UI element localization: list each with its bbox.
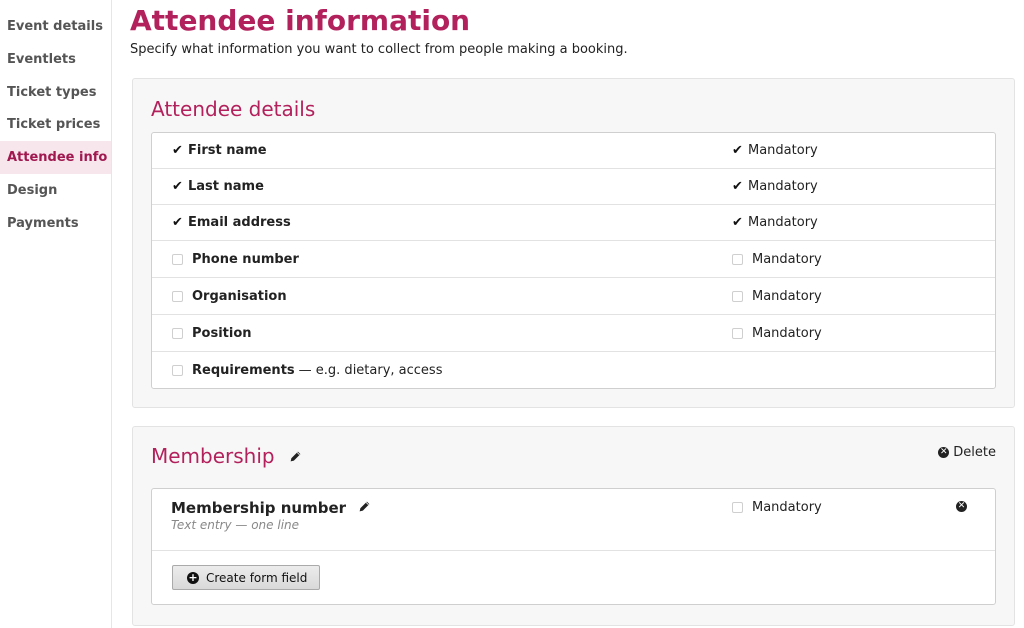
pencil-icon[interactable]: [289, 444, 302, 468]
sidebar-item-attendee-info[interactable]: Attendee info: [0, 141, 111, 174]
mandatory-checkbox[interactable]: [732, 501, 743, 513]
field-cell: ✔ Email address: [172, 205, 291, 240]
field-name: Membership number: [171, 498, 347, 517]
table-row: ✔ Last name ✔ Mandatory: [152, 169, 995, 205]
mandatory-cell: Mandatory: [732, 315, 822, 351]
mandatory-cell: ✔ Mandatory: [732, 133, 818, 168]
table-row: Requirements — e.g. dietary, access: [152, 352, 995, 388]
pencil-icon[interactable]: [358, 498, 371, 517]
mandatory-checkbox[interactable]: [732, 253, 743, 265]
table-row: ✔ First name ✔ Mandatory: [152, 133, 995, 169]
mandatory-label: Mandatory: [752, 325, 822, 341]
table-row: ✔ Email address ✔ Mandatory: [152, 205, 995, 241]
table-row: Phone number Mandatory: [152, 241, 995, 278]
check-icon: ✔: [732, 143, 743, 158]
check-icon: ✔: [172, 143, 183, 158]
field-cell: Phone number: [172, 241, 299, 277]
mandatory-cell: ✔ Mandatory: [732, 169, 818, 204]
table-row: Organisation Mandatory: [152, 278, 995, 315]
page-subtitle: Specify what information you want to col…: [130, 42, 628, 57]
include-checkbox[interactable]: [172, 364, 183, 376]
create-form-field-button[interactable]: + Create form field: [172, 565, 321, 590]
circle-plus-icon: +: [187, 570, 199, 584]
membership-title-wrap: Membership: [151, 444, 302, 468]
remove-field-icon[interactable]: ✕: [956, 501, 967, 512]
field-label: First name: [188, 143, 267, 158]
field-label: Email address: [188, 215, 291, 230]
page-title: Attendee information: [130, 4, 471, 37]
sidebar-item-event-details[interactable]: Event details: [0, 10, 111, 43]
field-hint: — e.g. dietary, access: [298, 362, 443, 378]
field-label: Last name: [188, 179, 264, 194]
mandatory-label: Mandatory: [752, 288, 822, 304]
attendee-details-panel: Attendee details ✔ First name ✔ Mandator…: [132, 78, 1015, 408]
check-icon: ✔: [732, 179, 743, 194]
membership-title: Membership: [151, 444, 275, 468]
delete-section-button[interactable]: ✕ Delete: [938, 445, 996, 460]
include-checkbox[interactable]: [172, 327, 183, 339]
create-form-field-label: Create form field: [206, 570, 308, 585]
sidebar-item-payments[interactable]: Payments: [0, 207, 111, 240]
delete-label: Delete: [953, 445, 996, 460]
field-cell: Position: [172, 315, 252, 351]
mandatory-checkbox[interactable]: [732, 290, 743, 302]
attendee-fields-table: ✔ First name ✔ Mandatory ✔ Last name ✔ M…: [151, 132, 996, 389]
field-label: Position: [192, 325, 252, 341]
table-row: Membership number Text entry — one line …: [152, 489, 995, 551]
field-label: Phone number: [192, 251, 299, 267]
mandatory-cell: Mandatory: [732, 278, 822, 314]
field-name-line: Membership number: [171, 498, 371, 517]
mandatory-label: Mandatory: [748, 143, 818, 158]
circle-x-icon: ✕: [938, 447, 950, 458]
mandatory-cell: Mandatory: [732, 489, 822, 525]
sidebar-item-ticket-types[interactable]: Ticket types: [0, 76, 111, 109]
include-checkbox[interactable]: [172, 290, 183, 302]
field-cell: Organisation: [172, 278, 287, 314]
mandatory-cell: ✔ Mandatory: [732, 205, 818, 240]
check-icon: ✔: [732, 215, 743, 230]
sidebar-item-eventlets[interactable]: Eventlets: [0, 43, 111, 76]
table-row: Position Mandatory: [152, 315, 995, 352]
mandatory-label: Mandatory: [748, 215, 818, 230]
field-label: Organisation: [192, 288, 287, 304]
mandatory-label: Mandatory: [752, 251, 822, 267]
sidebar-item-design[interactable]: Design: [0, 174, 111, 207]
field-cell: ✔ Last name: [172, 169, 264, 204]
mandatory-cell: Mandatory: [732, 241, 822, 277]
sidebar-nav: Event details Eventlets Ticket types Tic…: [0, 0, 112, 628]
check-icon: ✔: [172, 215, 183, 230]
table-row: + Create form field: [152, 551, 995, 604]
mandatory-checkbox[interactable]: [732, 327, 743, 339]
include-checkbox[interactable]: [172, 253, 183, 265]
sidebar-item-ticket-prices[interactable]: Ticket prices: [0, 108, 111, 141]
membership-fields-table: Membership number Text entry — one line …: [151, 488, 996, 605]
field-info: Membership number Text entry — one line: [171, 498, 371, 532]
mandatory-label: Mandatory: [752, 499, 822, 515]
field-cell: Requirements — e.g. dietary, access: [172, 352, 442, 388]
mandatory-label: Mandatory: [748, 179, 818, 194]
membership-panel: Membership ✕ Delete Membership number Te…: [132, 426, 1015, 626]
field-description: Text entry — one line: [171, 518, 300, 532]
field-label: Requirements: [192, 362, 295, 378]
field-cell: ✔ First name: [172, 133, 267, 168]
check-icon: ✔: [172, 179, 183, 194]
attendee-details-title: Attendee details: [151, 97, 316, 121]
